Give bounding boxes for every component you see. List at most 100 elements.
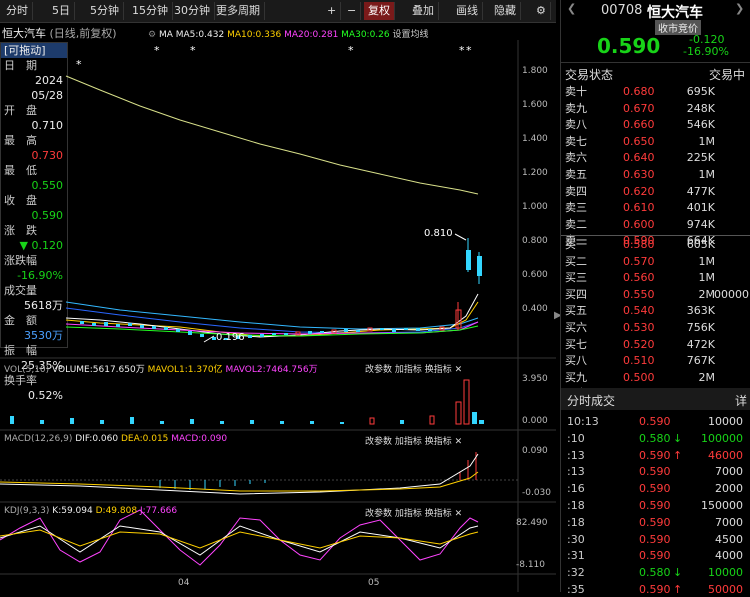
ma10-value: MA10:0.336 (227, 30, 282, 40)
svg-text:*: * (190, 44, 196, 57)
chart-title: 恒大汽车 (日线,前复权) (2, 25, 117, 41)
ask-row[interactable]: 卖十 0.680 695K (561, 84, 750, 99)
bid-row[interactable]: 买一 0.580 605K (561, 237, 750, 252)
tab-5min[interactable]: 5分钟 (86, 2, 124, 20)
tab-5day[interactable]: 5日 (48, 2, 75, 20)
vol-value: VOLUME:5617.650万 (52, 365, 145, 375)
bid-row[interactable]: 买八 0.510 767K (561, 353, 750, 368)
ask-row[interactable]: 卖二 0.600 974K (561, 217, 750, 232)
ask-row[interactable]: 卖八 0.660 546K (561, 117, 750, 132)
tick-row: 10:13 0.590 10000 (561, 414, 750, 429)
vol-panel-buttons: 改参数 加指标 换指标 ✕ (365, 362, 462, 375)
back-icon[interactable]: ❮ (567, 2, 576, 15)
tick-price: 0.590 (639, 532, 671, 546)
forward-icon[interactable]: ❯ (735, 2, 744, 15)
price-tick-4: 1.000 (522, 202, 548, 212)
ask-price: 0.680 (623, 85, 655, 98)
zoom-in-button[interactable]: + (323, 2, 342, 20)
macd-title: MACD(12,26,9) (4, 434, 73, 444)
hide-button[interactable]: 隐藏 (490, 2, 521, 20)
macd-params-button[interactable]: 改参数 (365, 437, 392, 447)
kdj-add-indicator-button[interactable]: 加指标 (395, 509, 422, 519)
low-annotation: 0.196 (216, 332, 245, 343)
vol-params-button[interactable]: 改参数 (365, 365, 392, 375)
macd-switch-indicator-button[interactable]: 换指标 (425, 437, 452, 447)
bid-volume: 1M (698, 271, 716, 285)
bid-volume: 756K (686, 321, 715, 334)
ask-volume: 695K (686, 85, 715, 98)
bid-row[interactable]: 买五 0.540 363K (561, 303, 750, 318)
ma5-value: MA5:0.432 (175, 30, 225, 40)
bid-row[interactable]: 买六 0.530 756K (561, 320, 750, 335)
macd-add-indicator-button[interactable]: 加指标 (395, 437, 422, 447)
ask-level-label: 卖十 (565, 85, 587, 98)
bid-volume: 472K (686, 337, 715, 351)
ticks-detail-button[interactable]: 详 (735, 392, 747, 409)
tick-row: :30 0.590 4500 (561, 532, 750, 547)
tick-direction: ↑ (673, 583, 683, 596)
tick-volume: 10000 (708, 566, 743, 580)
vol-switch-indicator-button[interactable]: 换指标 (425, 365, 452, 375)
tick-time: :32 (567, 566, 585, 580)
macd-close-button[interactable]: ✕ (455, 437, 463, 447)
tick-price: 0.580 (639, 566, 671, 580)
tick-price: 0.590 (639, 482, 671, 496)
ma-settings-link[interactable]: 设置均线 (393, 30, 429, 40)
bid-row[interactable]: 买九 0.500 2M (561, 370, 750, 385)
tab-15min[interactable]: 15分钟 (128, 2, 173, 20)
ask-row[interactable]: 卖三 0.610 401K (561, 200, 750, 215)
tab-more-periods[interactable]: 更多周期 (212, 2, 265, 20)
ask-price: 0.620 (623, 184, 655, 198)
high-annotation-pointer (454, 233, 467, 241)
kdj-params-button[interactable]: 改参数 (365, 509, 392, 519)
tab-30min[interactable]: 30分钟 (170, 2, 215, 20)
settings-icon[interactable]: ⚙ (148, 30, 156, 40)
ask-row[interactable]: 卖七 0.650 1M (561, 134, 750, 149)
bid-row[interactable]: 买三 0.560 1M (561, 270, 750, 285)
bid-row[interactable]: 买七 0.520 472K (561, 337, 750, 352)
macd-legend: MACD(12,26,9) DIF:0.060 DEA:0.015 MACD:0… (4, 434, 227, 444)
ask-price: 0.650 (623, 134, 655, 148)
macd-dif-line (0, 453, 479, 495)
tick-time: :18 (567, 515, 585, 529)
tick-row: :16 0.590 2000 (561, 481, 750, 496)
ask-volume: 477K (686, 184, 715, 198)
tab-timeshare[interactable]: 分时 (2, 2, 33, 20)
bid-volume: 767K (686, 354, 715, 368)
vol-close-button[interactable]: ✕ (455, 365, 463, 375)
bid-price: 0.540 (623, 304, 655, 318)
x-tick-05: 05 (368, 578, 380, 588)
overlay-button[interactable]: 叠加 (408, 2, 439, 20)
kdj-switch-indicator-button[interactable]: 换指标 (425, 509, 452, 519)
macd-axis-bottom: -0.030 (522, 488, 552, 498)
tick-time: :31 (567, 549, 585, 563)
kdj-close-button[interactable]: ✕ (455, 509, 463, 519)
bid-volume: 1M (698, 254, 716, 268)
ask-volume: 546K (686, 118, 715, 132)
bid-level-label: 买九 (565, 370, 587, 384)
vol-add-indicator-button[interactable]: 加指标 (395, 365, 422, 375)
price-tick-5: 0.800 (522, 236, 548, 246)
macd-axis-top: 0.090 (522, 446, 548, 456)
ask-row[interactable]: 卖六 0.640 225K (561, 150, 750, 165)
bid-row[interactable]: 买四 0.550 2M 00000 (561, 287, 750, 302)
draw-line-button[interactable]: 画线 (452, 2, 483, 20)
d-value: D:49.808 (95, 506, 138, 516)
settings-icon[interactable]: ⚙ (532, 2, 551, 20)
adjust-button[interactable]: 复权 (364, 2, 395, 20)
bid-row[interactable]: 买二 0.570 1M (561, 254, 750, 269)
x-tick-04: 04 (178, 578, 190, 588)
dif-value: DIF:0.060 (75, 434, 119, 444)
star-markers: ** * * * * (76, 44, 472, 71)
zoom-out-button[interactable]: − (343, 2, 362, 20)
ma-long-line (65, 75, 479, 195)
ask-volume: 401K (686, 201, 715, 215)
macd-value: MACD:0.090 (171, 434, 228, 444)
kdj-k-line (0, 525, 479, 556)
tick-volume: 2000 (715, 482, 743, 496)
price-tick-3: 1.200 (522, 168, 548, 178)
tick-volume: 46000 (708, 448, 743, 462)
ask-row[interactable]: 卖九 0.670 248K (561, 101, 750, 116)
ask-row[interactable]: 卖四 0.620 477K (561, 184, 750, 199)
ask-row[interactable]: 卖五 0.630 1M (561, 167, 750, 182)
